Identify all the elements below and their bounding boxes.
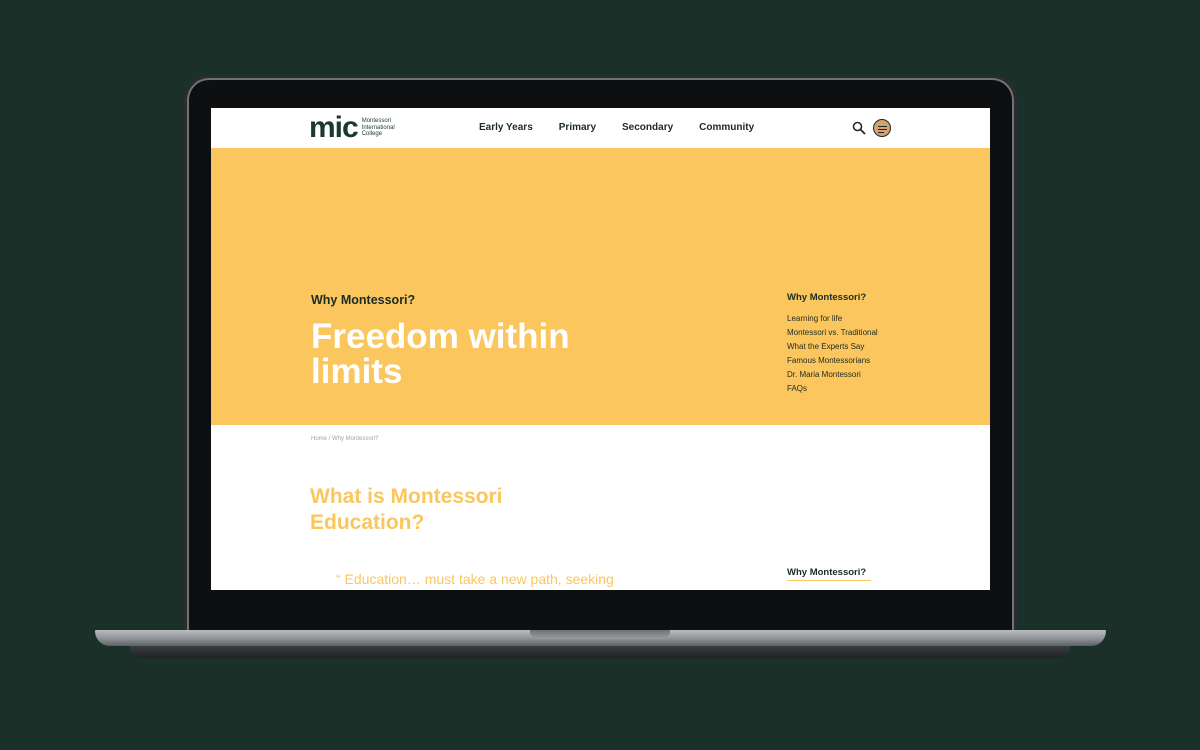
side-nav-item[interactable]: Montessori vs. Traditional bbox=[787, 326, 878, 340]
logo-mark: mic bbox=[309, 111, 359, 144]
nav-community[interactable]: Community bbox=[699, 122, 754, 133]
breadcrumb[interactable]: Home / Why Montessori? bbox=[311, 436, 378, 442]
side-nav-item[interactable]: Dr. Maria Montessori bbox=[787, 368, 878, 382]
nav-primary[interactable]: Primary bbox=[559, 122, 596, 133]
site-header: mic Montessori International College Ear… bbox=[211, 108, 990, 148]
laptop-base-bottom bbox=[130, 646, 1070, 658]
side-nav-title[interactable]: Why Montessori? bbox=[787, 292, 878, 303]
side-nav-item[interactable]: Learning for life bbox=[787, 312, 878, 326]
pull-quote: “ Education… must take a new path, seeki… bbox=[336, 571, 614, 587]
section-side-nav: Why Montessori? Learning for life Montes… bbox=[787, 292, 878, 396]
nav-early-years[interactable]: Early Years bbox=[479, 122, 533, 133]
main-nav: Early Years Primary Secondary Community bbox=[479, 122, 780, 133]
side-nav-item[interactable]: What the Experts Say bbox=[787, 340, 878, 354]
search-icon[interactable] bbox=[852, 121, 866, 135]
nav-secondary[interactable]: Secondary bbox=[622, 122, 673, 133]
side-title-underline bbox=[787, 580, 871, 581]
laptop-screen: mic Montessori International College Ear… bbox=[211, 108, 990, 590]
laptop-hinge-notch bbox=[530, 630, 670, 639]
hero-banner: Why Montessori? Freedom within limits Wh… bbox=[211, 148, 990, 425]
sticky-side-title[interactable]: Why Montessori? bbox=[787, 567, 866, 578]
hero-eyebrow: Why Montessori? bbox=[311, 293, 416, 307]
section-title: What is Montessori Education? bbox=[310, 485, 503, 534]
menu-icon[interactable] bbox=[873, 119, 891, 137]
site-logo[interactable]: mic Montessori International College bbox=[309, 110, 410, 146]
logo-text: Montessori International College bbox=[361, 118, 395, 138]
hero-title: Freedom within limits bbox=[311, 317, 570, 391]
side-nav-item[interactable]: FAQs bbox=[787, 382, 878, 396]
side-nav-item[interactable]: Famous Montessorians bbox=[787, 354, 878, 368]
